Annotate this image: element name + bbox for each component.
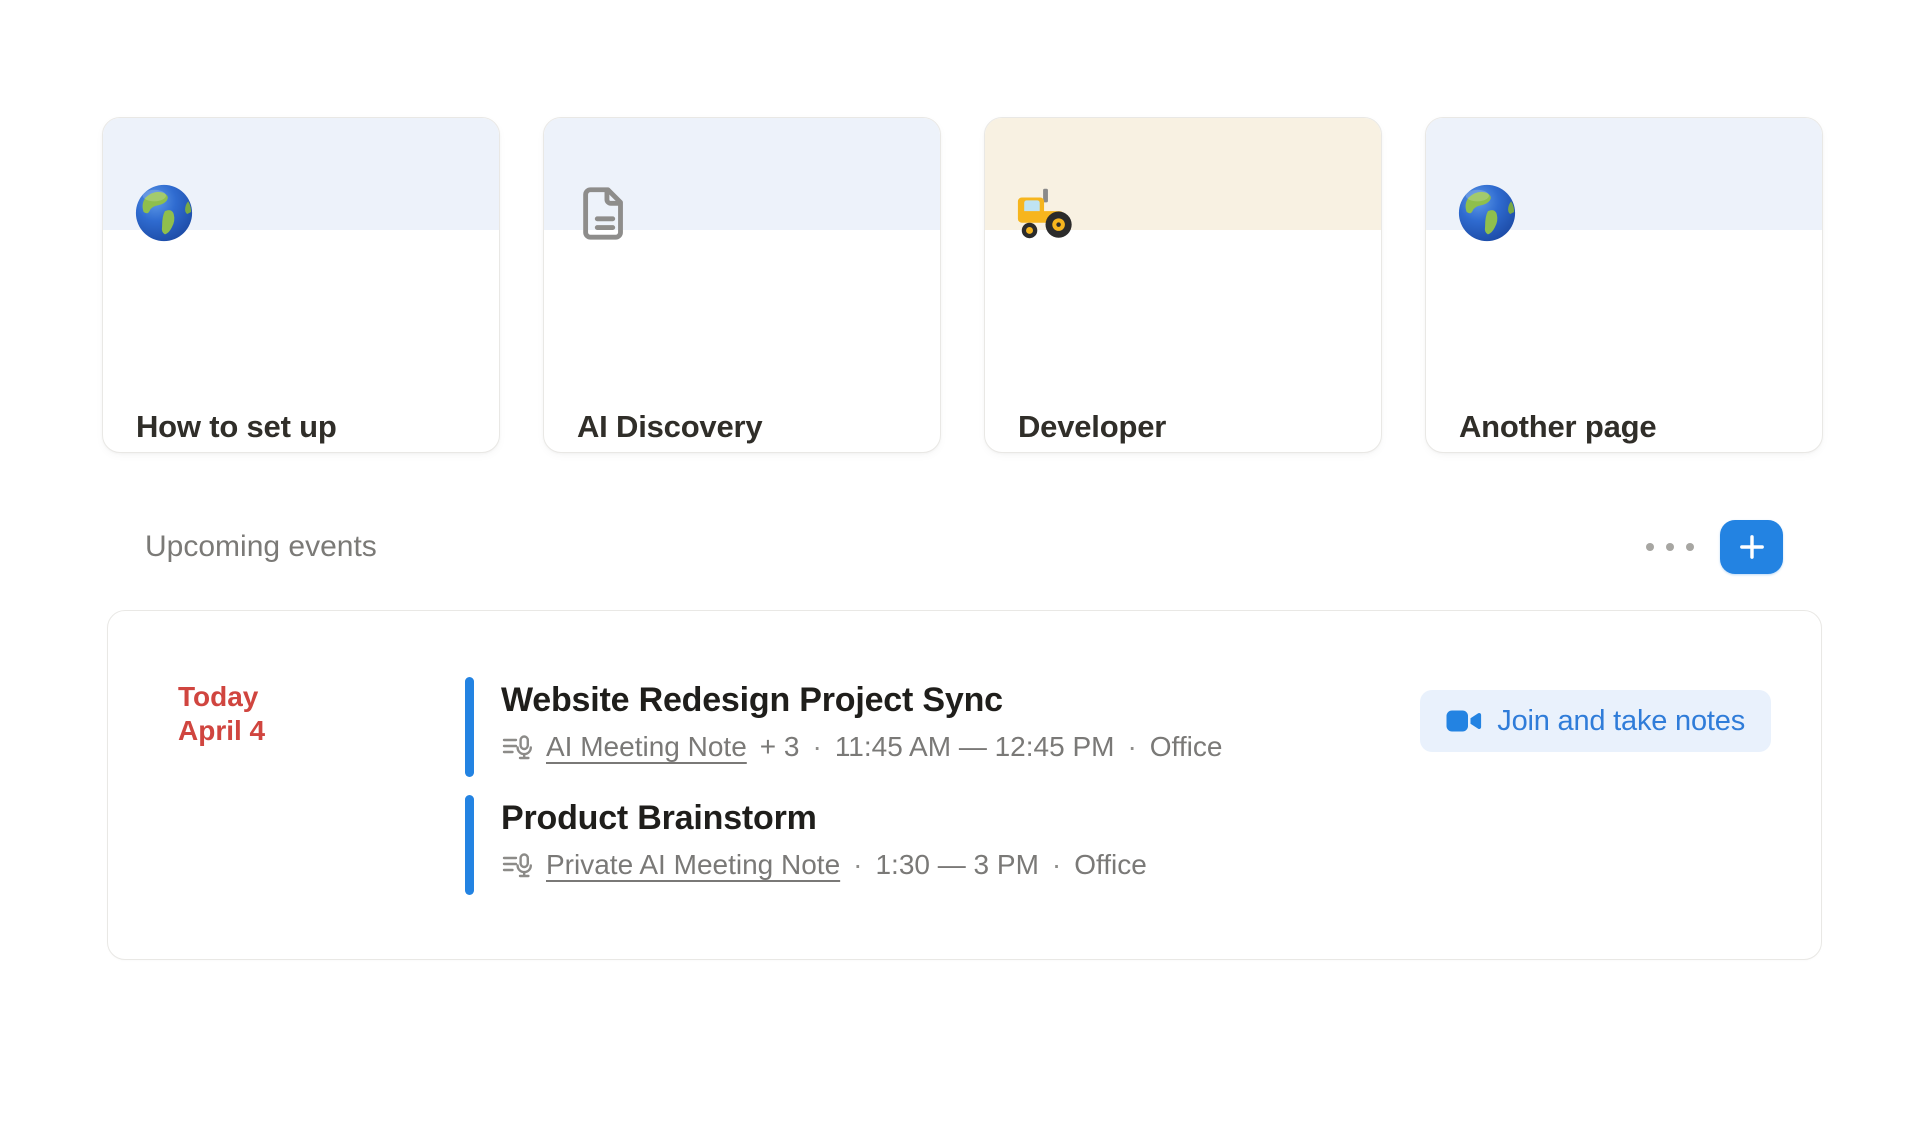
join-and-take-notes-button[interactable]: Join and take notes: [1420, 690, 1771, 752]
page-card-developer-getting-started[interactable]: Developer Getting Started: [984, 117, 1382, 453]
more-options-button[interactable]: [1640, 533, 1700, 561]
page-card-title: AI Discovery Standup: [577, 403, 832, 453]
tractor-emoji-icon: [1015, 182, 1077, 244]
ai-meeting-note-icon: [501, 731, 533, 763]
upcoming-events-card: Today April 4 Website Redesign Project S…: [107, 610, 1822, 960]
plus-icon: [1737, 532, 1767, 562]
event-accent-bar: [465, 795, 474, 895]
page-card-title: Another page: [1459, 403, 1656, 450]
page-card-another-page[interactable]: Another page: [1425, 117, 1823, 453]
event-accent-bar: [465, 677, 474, 777]
event-title[interactable]: Website Redesign Project Sync: [501, 677, 1222, 721]
add-event-button[interactable]: [1720, 520, 1783, 574]
event-date-label: Today: [178, 680, 265, 714]
separator-dot: ·: [1052, 849, 1061, 881]
meeting-note-link[interactable]: AI Meeting Note: [546, 731, 747, 763]
event-location: Office: [1074, 849, 1147, 881]
event-meta: Private AI Meeting Note · 1:30 — 3 PM · …: [501, 849, 1222, 881]
event-row-product-brainstorm[interactable]: Product Brainstorm Private AI Meeting No…: [465, 795, 1222, 895]
page-card-design-system[interactable]: How to set up design system: [102, 117, 500, 453]
page-card-ai-discovery-standup[interactable]: AI Discovery Standup: [543, 117, 941, 453]
page-cards-row: How to set up design system AI Discovery…: [102, 117, 1823, 453]
page-card-title: How to set up design system: [136, 403, 391, 453]
attendee-count: + 3: [760, 731, 800, 763]
separator-dot: ·: [1127, 731, 1136, 763]
meeting-note-link[interactable]: Private AI Meeting Note: [546, 849, 840, 881]
separator-dot: ·: [812, 731, 821, 763]
upcoming-events-heading: Upcoming events: [145, 527, 377, 567]
video-camera-icon: [1446, 709, 1482, 733]
globe-emoji-icon: [1456, 182, 1518, 244]
event-row-website-redesign[interactable]: Website Redesign Project Sync AI Meeting…: [465, 677, 1222, 777]
event-location: Office: [1150, 731, 1223, 763]
event-date: Today April 4: [178, 680, 265, 748]
event-title[interactable]: Product Brainstorm: [501, 795, 1222, 839]
event-date-value: April 4: [178, 714, 265, 748]
event-time: 11:45 AM — 12:45 PM: [835, 731, 1115, 763]
event-time: 1:30 — 3 PM: [875, 849, 1038, 881]
event-meta: AI Meeting Note + 3 · 11:45 AM — 12:45 P…: [501, 731, 1222, 763]
page-card-title: Developer Getting Started: [1018, 403, 1273, 453]
join-button-label: Join and take notes: [1497, 705, 1745, 738]
event-list: Website Redesign Project Sync AI Meeting…: [465, 677, 1222, 913]
document-icon: [574, 182, 636, 244]
ellipsis-icon: [1643, 540, 1697, 554]
ai-meeting-note-icon: [501, 849, 533, 881]
dashboard-page: How to set up design system AI Discovery…: [0, 0, 1920, 1122]
separator-dot: ·: [853, 849, 862, 881]
globe-emoji-icon: [133, 182, 195, 244]
open-in-calendar-button[interactable]: [1580, 527, 1620, 567]
